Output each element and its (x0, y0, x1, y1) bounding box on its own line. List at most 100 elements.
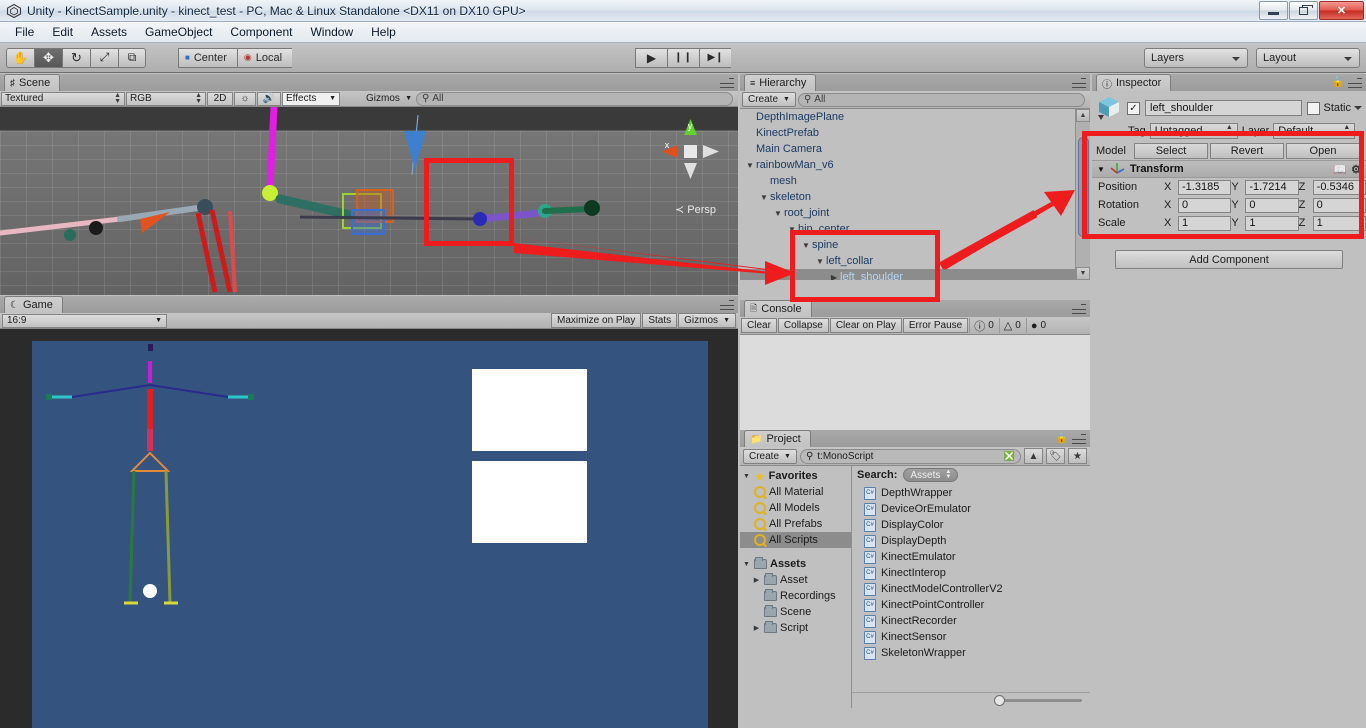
project-file-kinectsensor[interactable]: C# KinectSensor (852, 629, 1090, 645)
foldout-closed-icon[interactable]: ▶ (828, 273, 840, 281)
foldout-open-icon[interactable]: ▼ (786, 225, 798, 234)
scale-tool-button[interactable]: ⤢ (90, 47, 118, 68)
transform-position-x-input[interactable]: -1.3185 (1178, 179, 1232, 195)
scene-color-mode-dropdown[interactable]: RGB ▲ ▼ (126, 91, 206, 106)
project-panel-menu[interactable] (1072, 434, 1086, 444)
project-folder-asset[interactable]: ▶ Asset (740, 572, 851, 588)
pause-button[interactable]: ❙❙ (667, 47, 699, 68)
layers-dropdown[interactable]: Layers (1144, 47, 1248, 68)
transform-rotation-y-input[interactable]: 0 (1245, 197, 1299, 213)
console-clear-on-play-button[interactable]: Clear on Play (829, 318, 902, 333)
transform-rotation-z-input[interactable]: 0 (1312, 197, 1366, 213)
hierarchy-item-depthimageplane[interactable]: DepthImagePlane (740, 109, 1090, 125)
menu-window[interactable]: Window (302, 23, 361, 41)
favorite-all-material[interactable]: All Material (740, 484, 851, 500)
object-name-field[interactable]: left_shoulder (1145, 100, 1303, 116)
clear-search-icon[interactable]: ❎ (1004, 451, 1015, 462)
project-file-displaycolor[interactable]: C# DisplayColor (852, 517, 1090, 533)
project-folder-scene[interactable]: Scene (740, 604, 851, 620)
project-file-depthwrapper[interactable]: C# DepthWrapper (852, 485, 1090, 501)
label-filter-icon[interactable]: 🏷 (1046, 448, 1065, 464)
transform-position-z-input[interactable]: -0.5346 (1312, 179, 1366, 195)
rect-tool-button[interactable]: ⧉ (118, 47, 146, 68)
scroll-down-icon[interactable]: ▼ (1076, 267, 1090, 280)
game-panel-menu[interactable] (720, 300, 734, 310)
rotate-tool-button[interactable]: ↻ (62, 47, 90, 68)
hierarchy-item-mesh[interactable]: mesh (740, 173, 1090, 189)
slider-knob[interactable] (994, 695, 1005, 706)
tab-game[interactable]: ☾ Game (4, 296, 63, 313)
project-file-skeletonwrapper[interactable]: C# SkeletonWrapper (852, 645, 1090, 661)
gear-icon[interactable]: ⚙ (1351, 163, 1361, 176)
search-scope-dropdown[interactable]: Assets ▲ ▼ (903, 468, 959, 482)
project-search-input[interactable]: ⚲ t:MonoScript ❎ (799, 448, 1021, 464)
console-panel-menu[interactable] (1072, 304, 1086, 314)
layer-dropdown[interactable]: Default ▲ ▼ (1273, 123, 1356, 139)
minimize-button[interactable] (1259, 1, 1288, 20)
foldout-open-icon[interactable]: ▼ (814, 257, 826, 266)
project-file-list[interactable]: C# DepthWrapper C# DeviceOrEmulator C# Displa… (852, 484, 1090, 692)
scene-search-input[interactable]: ⚲ All (416, 91, 733, 106)
project-file-kinectpointcontroller[interactable]: C# KinectPointController (852, 597, 1090, 613)
add-component-button[interactable]: Add Component (1115, 250, 1343, 269)
project-create-button[interactable]: Create ▼ (743, 448, 797, 464)
transform-rotation-x-input[interactable]: 0 (1178, 197, 1232, 213)
favorite-all-prefabs[interactable]: All Prefabs (740, 516, 851, 532)
foldout-open-icon[interactable]: ▼ (742, 561, 751, 568)
scene-effects-dropdown[interactable]: Effects ▼ (282, 91, 340, 106)
menu-assets[interactable]: Assets (83, 23, 135, 41)
hierarchy-item-root-joint[interactable]: ▼ root_joint (740, 205, 1090, 221)
project-folder-recordings[interactable]: Recordings (740, 588, 851, 604)
project-file-displaydepth[interactable]: C# DisplayDepth (852, 533, 1090, 549)
project-file-kinectrecorder[interactable]: C# KinectRecorder (852, 613, 1090, 629)
project-folder-script[interactable]: ▶ Script (740, 620, 851, 636)
lock-icon[interactable]: 🔒 (1332, 77, 1344, 88)
help-book-icon[interactable]: 📖 (1333, 163, 1347, 176)
console-info-count[interactable]: ⓘ 0 (969, 318, 998, 333)
object-type-filter-icon[interactable]: ▲ (1024, 448, 1043, 464)
hierarchy-item-main-camera[interactable]: Main Camera (740, 141, 1090, 157)
foldout-closed-icon[interactable]: ▶ (752, 576, 761, 584)
scroll-up-icon[interactable]: ▲ (1076, 109, 1090, 122)
model-revert-button[interactable]: Revert (1210, 143, 1284, 159)
menu-component[interactable]: Component (222, 23, 300, 41)
tab-console[interactable]: 🗎 Console (744, 300, 812, 317)
foldout-open-icon[interactable]: ▼ (800, 241, 812, 250)
project-file-kinectmodelcontrollerv2[interactable]: C# KinectModelControllerV2 (852, 581, 1090, 597)
foldout-open-icon[interactable]: ▼ (742, 473, 751, 480)
hierarchy-search-input[interactable]: ⚲ All (797, 92, 1085, 107)
favorite-filter-icon[interactable]: ★ (1068, 448, 1087, 464)
pivot-mode-button[interactable]: ■ Center (178, 47, 237, 68)
menu-file[interactable]: File (7, 23, 42, 41)
tab-scene[interactable]: ♯ Scene (4, 74, 61, 91)
console-error-pause-button[interactable]: Error Pause (902, 318, 969, 333)
scene-projection-label[interactable]: ≺ Persp (675, 203, 716, 216)
scene-panel-menu[interactable] (720, 78, 734, 88)
foldout-open-icon[interactable]: ▼ (758, 193, 770, 202)
inspector-panel-menu[interactable] (1348, 78, 1362, 88)
foldout-open-icon[interactable]: ▼ (744, 161, 756, 170)
transform-scale-z-input[interactable]: 1 (1312, 215, 1366, 231)
hierarchy-scroll-thumb[interactable] (1078, 137, 1089, 237)
menu-gameobject[interactable]: GameObject (137, 23, 220, 41)
project-file-kinectinterop[interactable]: C# KinectInterop (852, 565, 1090, 581)
console-collapse-button[interactable]: Collapse (777, 318, 829, 333)
favorite-all-scripts[interactable]: All Scripts (740, 532, 851, 548)
restore-button[interactable] (1289, 1, 1318, 20)
hierarchy-create-button[interactable]: Create ▼ (742, 92, 796, 107)
project-zoom-slider[interactable] (852, 692, 1090, 708)
maximize-on-play-button[interactable]: Maximize on Play (551, 313, 642, 328)
project-file-kinectemulator[interactable]: C# KinectEmulator (852, 549, 1090, 565)
game-viewport[interactable] (0, 329, 738, 728)
scene-draw-mode-dropdown[interactable]: Textured ▲ ▼ (1, 91, 125, 106)
scene-2d-toggle[interactable]: 2D (207, 91, 233, 106)
hierarchy-tree[interactable]: DepthImagePlane KinectPrefab Main Camera ▼ r… (740, 109, 1090, 280)
pivot-rotation-button[interactable]: ◉ Local (236, 47, 293, 68)
scene-gizmos-dropdown[interactable]: Gizmos ▼ (363, 92, 415, 106)
hand-tool-button[interactable]: ✋ (6, 47, 34, 68)
foldout-closed-icon[interactable]: ▶ (752, 624, 761, 632)
chevron-down-icon[interactable] (1354, 106, 1362, 110)
hierarchy-item-spine[interactable]: ▼ spine (740, 237, 1090, 253)
hierarchy-item-kinectprefab[interactable]: KinectPrefab (740, 125, 1090, 141)
foldout-arrow-icon[interactable]: ▼ (1097, 165, 1105, 174)
